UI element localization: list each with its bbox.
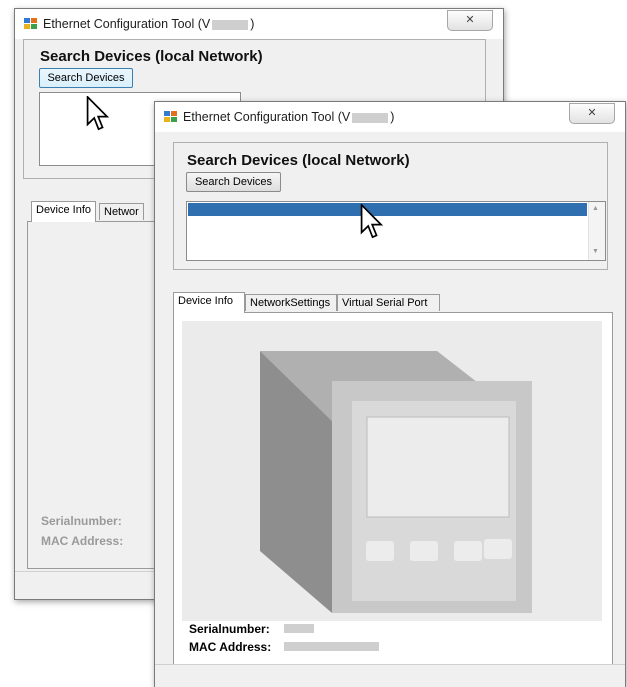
window-content: Search Devices (local Network) Search De… <box>155 132 625 687</box>
tab-device-info[interactable]: Device Info <box>31 201 97 222</box>
app-icon <box>164 111 177 123</box>
window-title: Ethernet Configuration Tool (V) <box>183 110 395 124</box>
tab-device-info[interactable]: Device Info <box>173 292 245 313</box>
tab-strip: Device Info NetworkSettings Virtual Seri… <box>173 292 473 313</box>
search-devices-button[interactable]: Search Devices <box>186 172 281 192</box>
close-icon: ✕ <box>465 14 475 26</box>
close-button[interactable]: ✕ <box>447 10 493 31</box>
tab-virtual-serial-port[interactable]: Virtual Serial Port <box>337 294 440 311</box>
mouse-cursor-icon <box>360 204 384 239</box>
serial-label: Serialnumber: <box>189 622 270 636</box>
title-bar[interactable]: Ethernet Configuration Tool (V) ✕ <box>155 102 625 132</box>
app-icon <box>24 18 37 30</box>
front-window: Ethernet Configuration Tool (V) ✕ Search… <box>154 101 626 687</box>
mac-value <box>284 642 379 651</box>
device-list-item-selected[interactable] <box>188 203 587 216</box>
close-button[interactable]: ✕ <box>569 103 615 124</box>
mac-label: MAC Address: <box>189 640 272 654</box>
device-image <box>182 321 602 621</box>
search-devices-button[interactable]: Search Devices <box>39 68 133 88</box>
list-scrollbar[interactable]: ▲ ▼ <box>588 202 605 260</box>
tab-network-settings[interactable]: NetworkSettings <box>245 294 337 311</box>
scroll-down-icon[interactable]: ▼ <box>592 248 599 255</box>
tab-strip: Device Info Networ <box>23 201 163 222</box>
tab-network-settings[interactable]: Networ <box>99 203 144 220</box>
status-bar <box>155 664 625 687</box>
close-icon: ✕ <box>587 107 597 119</box>
group-title: Search Devices (local Network) <box>187 152 410 169</box>
title-bar[interactable]: Ethernet Configuration Tool (V) ✕ <box>15 9 503 39</box>
serial-value <box>284 624 314 633</box>
device-list[interactable]: ▲ ▼ <box>186 201 606 261</box>
scroll-up-icon[interactable]: ▲ <box>592 205 599 212</box>
serial-label: Serialnumber: <box>41 514 122 528</box>
group-title: Search Devices (local Network) <box>40 48 263 65</box>
search-group: Search Devices (local Network) Search De… <box>173 142 608 270</box>
window-title: Ethernet Configuration Tool (V) <box>43 17 255 31</box>
mac-label: MAC Address: <box>41 534 124 548</box>
device-info-panel: Serialnumber: MAC Address: <box>173 312 613 669</box>
mouse-cursor-icon <box>86 96 110 131</box>
